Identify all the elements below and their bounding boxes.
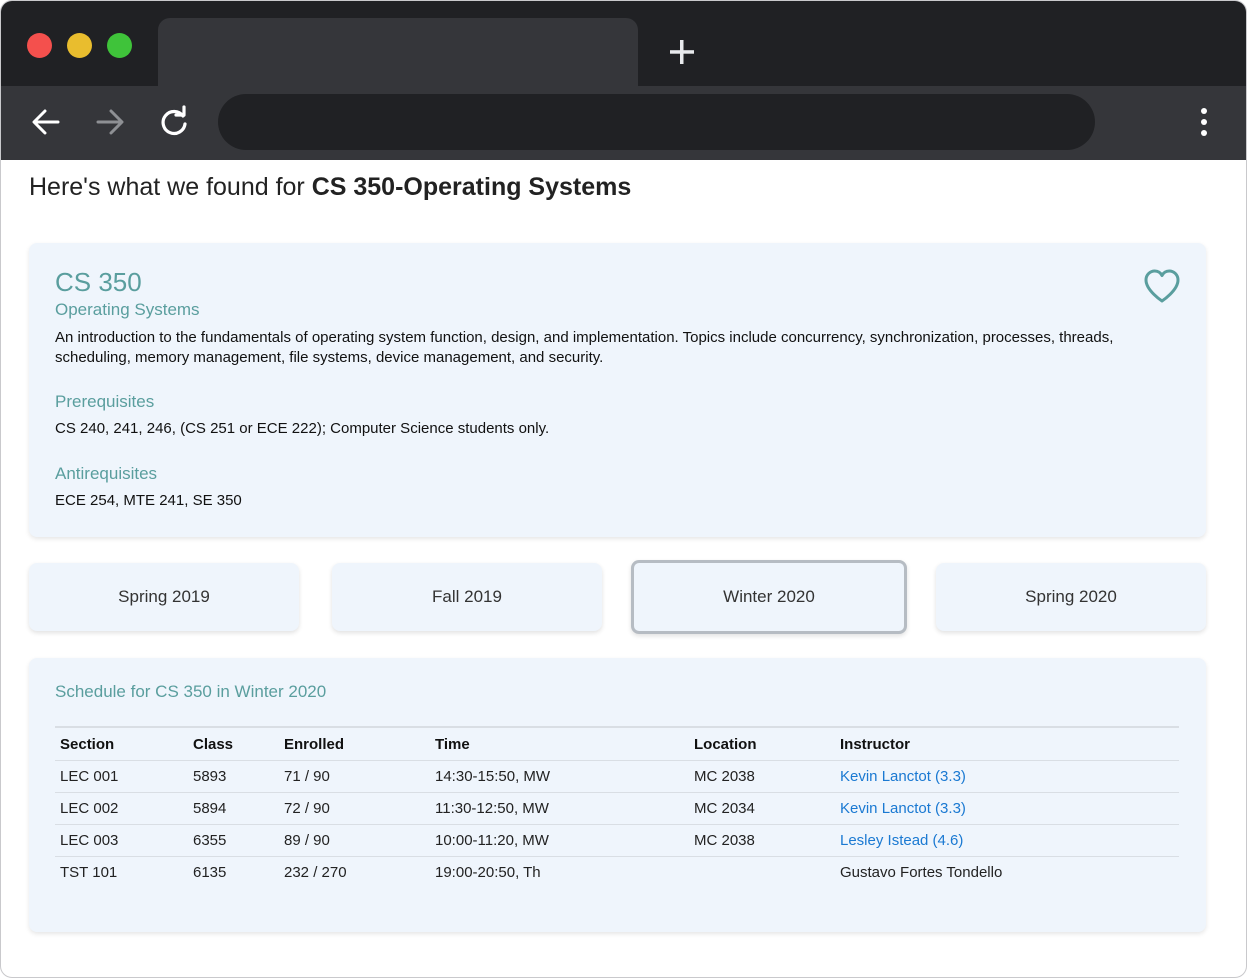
course-info-card: CS 350 Operating Systems An introduction…: [29, 243, 1206, 537]
prerequisites-text: CS 240, 241, 246, (CS 251 or ECE 222); C…: [55, 420, 550, 437]
forward-button[interactable]: [92, 104, 128, 140]
cell-time: 11:30-12:50, MW: [430, 792, 689, 825]
schedule-title: Schedule for CS 350 in Winter 2020: [55, 682, 327, 701]
table-header-row: Section Class Enrolled Time Location Ins…: [55, 726, 1179, 761]
plus-icon: [670, 40, 694, 64]
cell-enrolled: 89 / 90: [279, 824, 430, 857]
cell-time: 10:00-11:20, MW: [430, 824, 689, 857]
cell-section: LEC 003: [55, 824, 188, 857]
cell-location: [689, 856, 835, 888]
term-button-winter-2020[interactable]: Winter 2020: [631, 560, 907, 634]
antirequisites-title: Antirequisites: [55, 464, 158, 483]
maximize-window-button[interactable]: [107, 33, 132, 58]
cell-section: LEC 001: [55, 760, 188, 793]
reload-button[interactable]: [156, 104, 192, 140]
column-header-class: Class: [188, 726, 279, 761]
arrow-right-icon: [96, 109, 124, 135]
column-header-enrolled: Enrolled: [279, 726, 430, 761]
course-code: CS 350: [55, 267, 142, 297]
cell-section: TST 101: [55, 856, 188, 888]
kebab-menu-icon: [1201, 108, 1207, 136]
browser-tab[interactable]: [158, 18, 638, 86]
instructor-link[interactable]: Kevin Lanctot (3.3): [840, 768, 966, 785]
cell-class: 6355: [188, 824, 279, 857]
browser-window: Here's what we found for CS 350-Operatin…: [0, 0, 1247, 978]
cell-class: 6135: [188, 856, 279, 888]
tab-bar: [1, 1, 1246, 86]
arrow-left-icon: [32, 109, 60, 135]
cell-enrolled: 71 / 90: [279, 760, 430, 793]
term-button-spring-2020[interactable]: Spring 2020: [936, 563, 1206, 631]
prerequisites-title: Prerequisites: [55, 392, 155, 411]
cell-class: 5893: [188, 760, 279, 793]
favorite-button[interactable]: [1142, 267, 1182, 305]
page-title-query: CS 350-Operating Systems: [311, 173, 632, 201]
term-button-fall-2019[interactable]: Fall 2019: [332, 563, 602, 631]
course-name: Operating Systems: [55, 300, 200, 319]
term-button-spring-2019[interactable]: Spring 2019: [29, 563, 299, 631]
minimize-window-button[interactable]: [67, 33, 92, 58]
schedule-card: Schedule for CS 350 in Winter 2020 Secti…: [29, 658, 1206, 932]
page-title-prefix: Here's what we found for: [29, 173, 312, 201]
instructor-name: Gustavo Fortes Tondello: [840, 864, 1003, 881]
reload-icon: [161, 105, 187, 136]
address-bar[interactable]: [218, 94, 1095, 150]
browser-toolbar: [1, 86, 1246, 160]
cell-instructor: Kevin Lanctot (3.3): [835, 760, 1179, 793]
heart-outline-icon: [1144, 269, 1180, 303]
cell-time: 14:30-15:50, MW: [430, 760, 689, 793]
cell-instructor: Gustavo Fortes Tondello: [835, 856, 1179, 888]
cell-enrolled: 72 / 90: [279, 792, 430, 825]
schedule-table: Section Class Enrolled Time Location Ins…: [55, 726, 1179, 888]
close-window-button[interactable]: [27, 33, 52, 58]
cell-instructor: Kevin Lanctot (3.3): [835, 792, 1179, 825]
page-title: Here's what we found for CS 350-Operatin…: [29, 173, 631, 202]
antirequisites-text: ECE 254, MTE 241, SE 350: [55, 492, 242, 509]
table-row: LEC 003 6355 89 / 90 10:00-11:20, MW MC …: [55, 824, 1179, 857]
column-header-location: Location: [689, 726, 835, 761]
cell-time: 19:00-20:50, Th: [430, 856, 689, 888]
cell-location: MC 2034: [689, 792, 835, 825]
browser-menu-button[interactable]: [1187, 104, 1221, 140]
cell-instructor: Lesley Istead (4.6): [835, 824, 1179, 857]
column-header-instructor: Instructor: [835, 726, 1179, 761]
cell-section: LEC 002: [55, 792, 188, 825]
column-header-time: Time: [430, 726, 689, 761]
instructor-link[interactable]: Lesley Istead (4.6): [840, 832, 963, 849]
cell-class: 5894: [188, 792, 279, 825]
cell-enrolled: 232 / 270: [279, 856, 430, 888]
table-row: LEC 001 5893 71 / 90 14:30-15:50, MW MC …: [55, 760, 1179, 793]
course-description: An introduction to the fundamentals of o…: [55, 329, 1114, 366]
instructor-link[interactable]: Kevin Lanctot (3.3): [840, 800, 966, 817]
cell-location: MC 2038: [689, 824, 835, 857]
back-button[interactable]: [28, 104, 64, 140]
table-row: TST 101 6135 232 / 270 19:00-20:50, Th G…: [55, 856, 1179, 888]
new-tab-button[interactable]: [665, 32, 699, 72]
column-header-section: Section: [55, 726, 188, 761]
table-row: LEC 002 5894 72 / 90 11:30-12:50, MW MC …: [55, 792, 1179, 825]
cell-location: MC 2038: [689, 760, 835, 793]
